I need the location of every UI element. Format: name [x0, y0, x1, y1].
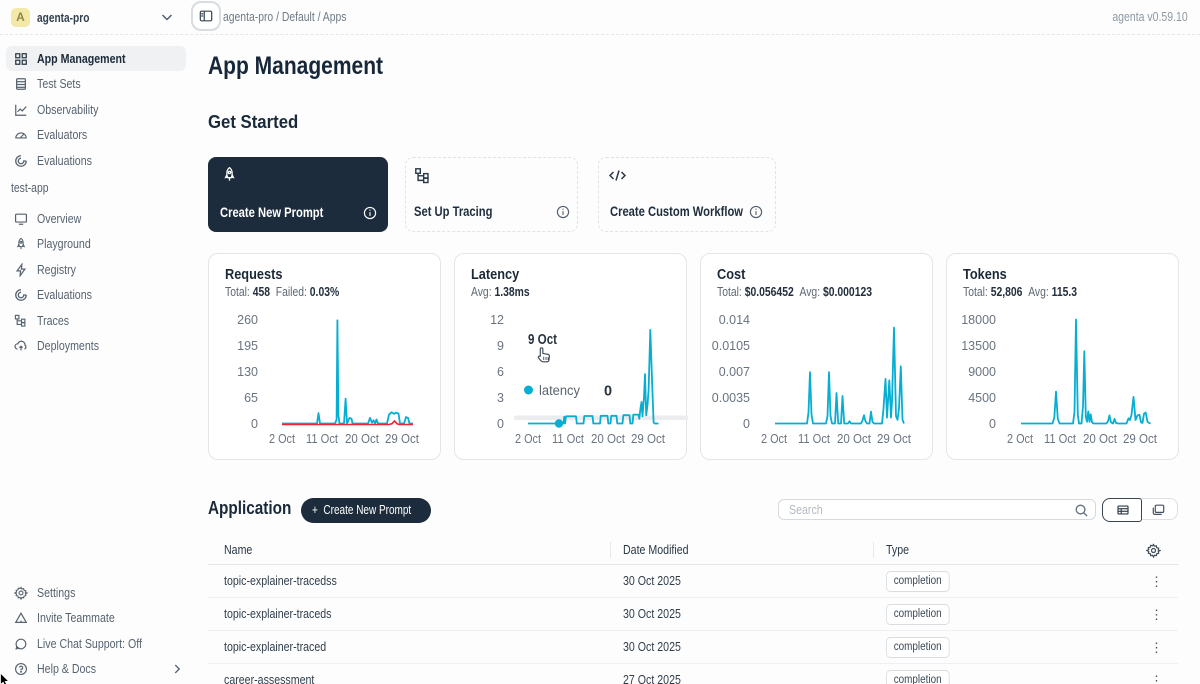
svg-text:9 Oct: 9 Oct [528, 332, 557, 348]
svg-text:29 Oct: 29 Oct [877, 432, 911, 446]
svg-text:12: 12 [490, 313, 504, 327]
svg-text:0.0035: 0.0035 [712, 391, 750, 405]
svg-text:4500: 4500 [968, 391, 996, 405]
svg-text:0: 0 [251, 417, 258, 431]
svg-text:29 Oct: 29 Oct [385, 432, 419, 446]
svg-text:0: 0 [989, 417, 996, 431]
svg-text:6: 6 [497, 365, 504, 379]
svg-text:0: 0 [604, 384, 612, 400]
svg-text:20 Oct: 20 Oct [837, 432, 871, 446]
svg-text:2 Oct: 2 Oct [269, 432, 295, 446]
svg-text:195: 195 [237, 339, 258, 353]
svg-text:65: 65 [244, 391, 258, 405]
svg-text:11 Oct: 11 Oct [552, 432, 584, 446]
svg-text:0.0105: 0.0105 [712, 339, 750, 353]
svg-text:18000: 18000 [961, 313, 996, 327]
svg-text:20 Oct: 20 Oct [345, 432, 379, 446]
svg-text:0: 0 [743, 417, 750, 431]
svg-text:11 Oct: 11 Oct [1044, 432, 1076, 446]
svg-text:130: 130 [237, 365, 258, 379]
svg-text:latency: latency [539, 383, 580, 398]
svg-text:29 Oct: 29 Oct [1123, 432, 1157, 446]
svg-text:9000: 9000 [968, 365, 996, 379]
svg-text:2 Oct: 2 Oct [1007, 432, 1033, 446]
svg-text:11 Oct: 11 Oct [798, 432, 830, 446]
svg-text:20 Oct: 20 Oct [591, 432, 625, 446]
svg-text:20 Oct: 20 Oct [1083, 432, 1117, 446]
svg-text:2 Oct: 2 Oct [515, 432, 541, 446]
svg-text:260: 260 [237, 313, 258, 327]
svg-text:0.007: 0.007 [719, 365, 750, 379]
svg-text:29 Oct: 29 Oct [631, 432, 665, 446]
svg-text:11 Oct: 11 Oct [306, 432, 338, 446]
svg-text:13500: 13500 [961, 339, 996, 353]
svg-text:3: 3 [497, 391, 504, 405]
svg-text:0: 0 [497, 417, 504, 431]
svg-text:9: 9 [497, 339, 504, 353]
svg-text:0.014: 0.014 [719, 313, 750, 327]
svg-text:2 Oct: 2 Oct [761, 432, 787, 446]
